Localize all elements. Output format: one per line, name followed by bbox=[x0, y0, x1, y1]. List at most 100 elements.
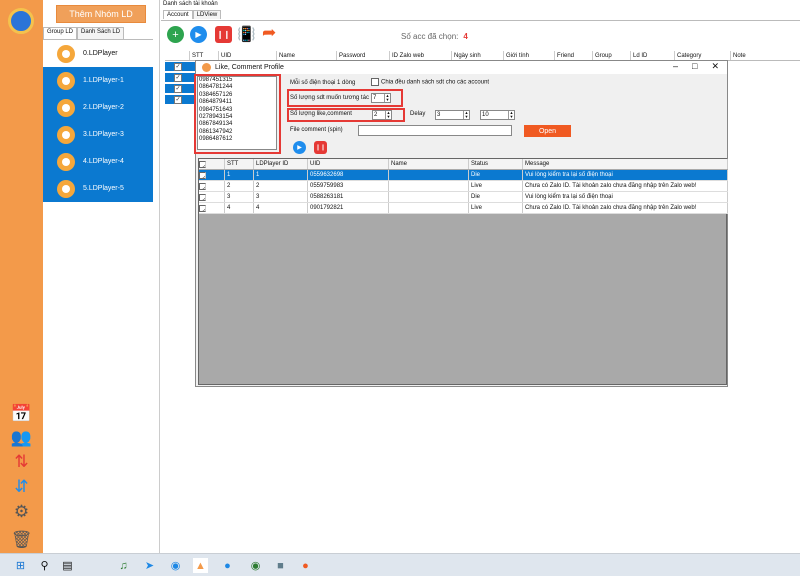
account-row[interactable]: ✓ bbox=[165, 62, 195, 72]
stop-button[interactable]: ❙❙ bbox=[215, 26, 232, 43]
cell-uid: 0901792821 bbox=[308, 203, 389, 213]
col-ld-id[interactable]: Ld ID bbox=[631, 51, 675, 60]
account-row[interactable]: ✓ bbox=[165, 73, 195, 83]
gear-icon[interactable]: ⚙ bbox=[11, 501, 32, 522]
table-row[interactable]: ✓ 4 4 0901792821 Live Chưa có Zalo ID. T… bbox=[199, 203, 728, 214]
checkbox[interactable]: ✓ bbox=[199, 172, 206, 179]
row-check[interactable]: ✓ bbox=[199, 203, 225, 213]
row-checkbox[interactable]: ✓ bbox=[174, 63, 182, 71]
checkbox[interactable]: ✓ bbox=[199, 161, 206, 168]
phone-vibrate-icon[interactable]: 📳 bbox=[237, 25, 256, 45]
stop-button[interactable]: ❙❙ bbox=[314, 141, 327, 154]
ldplayer-item[interactable]: 1.LDPlayer-1 bbox=[43, 67, 153, 94]
windows-start-icon[interactable]: ⊞ bbox=[13, 558, 28, 573]
checkbox[interactable]: ✓ bbox=[199, 205, 206, 212]
ldplayer-icon bbox=[57, 71, 75, 90]
col-message[interactable]: Message bbox=[523, 159, 728, 169]
row-checkbox[interactable]: ✓ bbox=[174, 96, 182, 104]
ldplayer-label: 3.LDPlayer-3 bbox=[83, 131, 124, 138]
cell-stt: 2 bbox=[225, 181, 254, 191]
calendar-icon[interactable]: 📅 bbox=[11, 403, 32, 424]
cell-uid: 0559759983 bbox=[308, 181, 389, 191]
maximize-icon[interactable]: □ bbox=[692, 61, 697, 72]
col-category[interactable]: Category bbox=[675, 51, 731, 60]
col-ldplayer-id[interactable]: LDPlayer ID bbox=[254, 159, 308, 169]
cell-uid: 0559632698 bbox=[308, 170, 389, 180]
row-checkbox[interactable]: ✓ bbox=[174, 85, 182, 93]
start-button[interactable]: ▶ bbox=[293, 141, 306, 154]
spin-arrows-icon[interactable]: ▲ ▼ bbox=[508, 111, 514, 119]
music-app-icon[interactable]: ♫ bbox=[116, 558, 131, 573]
close-icon[interactable]: ✕ bbox=[711, 61, 719, 72]
header-check[interactable]: ✓ bbox=[199, 159, 225, 169]
col-uid[interactable]: UID bbox=[219, 51, 277, 60]
checkbox[interactable]: ✓ bbox=[199, 183, 206, 190]
minimize-icon[interactable]: – bbox=[673, 61, 678, 72]
row-check[interactable]: ✓ bbox=[199, 170, 225, 180]
add-group-button[interactable]: Thêm Nhóm LD bbox=[56, 5, 146, 23]
users-icon[interactable]: 👥 bbox=[11, 427, 32, 448]
col-stt[interactable]: STT bbox=[225, 159, 254, 169]
telegram-icon[interactable]: ➤ bbox=[142, 558, 157, 573]
cursor-icon[interactable]: ➦ bbox=[262, 23, 280, 45]
tab-ldview[interactable]: LDView bbox=[192, 10, 222, 19]
account-row[interactable]: ✓ bbox=[165, 95, 195, 105]
tab-group-ld[interactable]: Group LD bbox=[43, 27, 78, 39]
ldplayer-item[interactable]: 5.LDPlayer-5 bbox=[43, 175, 153, 202]
cell-name bbox=[389, 181, 469, 191]
toolbar-divider bbox=[161, 20, 800, 21]
search-icon[interactable]: ⚲ bbox=[37, 558, 52, 573]
trash-icon[interactable]: 🗑 bbox=[11, 529, 33, 550]
sort-icon[interactable]: ⇵ bbox=[11, 476, 32, 497]
col-stt[interactable]: STT bbox=[190, 51, 219, 60]
col-name[interactable]: Name bbox=[277, 51, 337, 60]
col-note[interactable]: Note bbox=[731, 51, 791, 60]
tab-danh-sach-ld[interactable]: Danh Sách LD bbox=[77, 27, 125, 39]
ldplayer-item[interactable]: 3.LDPlayer-3 bbox=[43, 121, 153, 148]
multi-app-icon[interactable]: ◉ bbox=[248, 558, 263, 573]
ldplayer-label: 5.LDPlayer-5 bbox=[83, 185, 124, 192]
task-view-icon[interactable]: ▤ bbox=[60, 558, 75, 573]
open-button[interactable]: Open bbox=[524, 125, 571, 137]
row-check[interactable]: ✓ bbox=[199, 192, 225, 202]
checkbox[interactable]: ✓ bbox=[199, 194, 206, 201]
cell-ld: 3 bbox=[254, 192, 308, 202]
col-friend[interactable]: Friend bbox=[555, 51, 593, 60]
split-checkbox[interactable] bbox=[371, 78, 379, 86]
delay-max-input[interactable]: 10 ▲ ▼ bbox=[480, 110, 515, 120]
spin-arrows-icon[interactable]: ▲ ▼ bbox=[463, 111, 469, 119]
sync-icon[interactable]: ⇅ bbox=[11, 451, 32, 472]
delay-min-input[interactable]: 3 ▲ ▼ bbox=[435, 110, 470, 120]
cell-status: Live bbox=[469, 181, 523, 191]
col-name[interactable]: Name bbox=[389, 159, 469, 169]
window-controls: – □ ✕ bbox=[673, 61, 719, 72]
col-id-zalo-web[interactable]: ID Zalo web bbox=[390, 51, 452, 60]
one-per-line-label: Mỗi số điện thoại 1 dòng bbox=[290, 80, 356, 86]
ldplayer-item[interactable]: 2.LDPlayer-2 bbox=[43, 94, 153, 121]
tab-account[interactable]: Account bbox=[163, 10, 193, 19]
ldplayer-item[interactable]: 0.LDPlayer bbox=[43, 40, 153, 67]
play-button[interactable]: ▶ bbox=[190, 26, 207, 43]
ldplayer-item[interactable]: 4.LDPlayer-4 bbox=[43, 148, 153, 175]
zalo-tool-icon[interactable]: ▲ bbox=[193, 558, 208, 573]
col-uid[interactable]: UID bbox=[308, 159, 389, 169]
zalo-icon[interactable]: ● bbox=[220, 558, 235, 573]
col-group[interactable]: Group bbox=[593, 51, 631, 60]
row-check[interactable]: ✓ bbox=[199, 181, 225, 191]
chrome-app-icon[interactable]: ◉ bbox=[168, 558, 183, 573]
col-password[interactable]: Password bbox=[337, 51, 390, 60]
col-status[interactable]: Status bbox=[469, 159, 523, 169]
col-gioi-tinh[interactable]: Giới tính bbox=[504, 51, 555, 60]
table-row[interactable]: ✓ 2 2 0559759983 Live Chưa có Zalo ID. T… bbox=[199, 181, 728, 192]
tool-app-icon[interactable]: ■ bbox=[273, 558, 288, 573]
file-comment-input[interactable] bbox=[358, 125, 512, 136]
table-row[interactable]: ✓ 3 3 0588263181 Die Vui lòng kiểm tra l… bbox=[199, 192, 728, 203]
split-accounts-option[interactable]: Chia đều danh sách sdt cho các account bbox=[371, 78, 489, 86]
ldplayer-app-icon[interactable]: ● bbox=[298, 558, 313, 573]
account-row[interactable]: ✓ bbox=[165, 84, 195, 94]
table-row[interactable]: ✓ 1 1 0559632698 Die Vui lòng kiểm tra l… bbox=[199, 170, 728, 181]
col-ngay-sinh[interactable]: Ngày sinh bbox=[452, 51, 504, 60]
header-check[interactable] bbox=[165, 51, 190, 60]
add-button[interactable]: + bbox=[167, 26, 184, 43]
row-checkbox[interactable]: ✓ bbox=[174, 74, 182, 82]
